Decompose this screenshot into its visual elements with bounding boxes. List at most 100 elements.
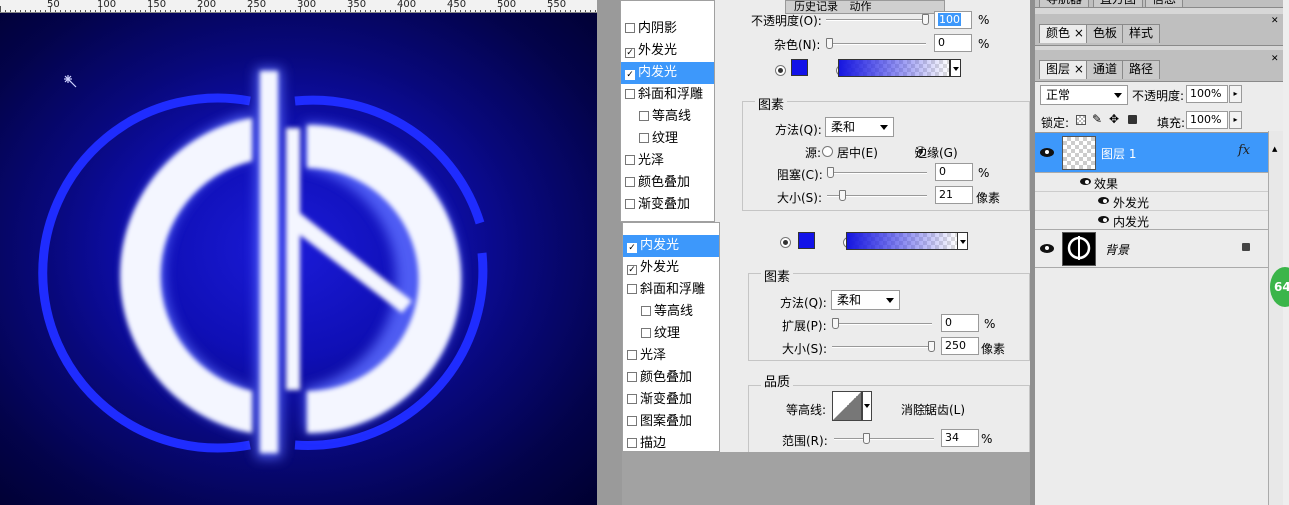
fx-icon[interactable]: fx bbox=[1238, 143, 1250, 158]
opacity-slider-track[interactable] bbox=[826, 19, 926, 21]
choke-slider-thumb[interactable] bbox=[827, 167, 834, 178]
style-checkbox[interactable] bbox=[625, 89, 635, 99]
style-checkbox[interactable] bbox=[639, 133, 649, 143]
style-checkbox[interactable]: ✓ bbox=[627, 243, 637, 253]
style-item[interactable]: 纹理 bbox=[623, 323, 719, 345]
style-checkbox[interactable] bbox=[625, 199, 635, 209]
style-checkbox[interactable]: ✓ bbox=[625, 48, 635, 58]
fill-input[interactable]: 100% bbox=[1186, 111, 1228, 129]
style-checkbox[interactable]: ✓ bbox=[627, 265, 637, 275]
layer-opacity-stepper[interactable]: ▸ bbox=[1229, 85, 1242, 103]
lock-paint-icon[interactable]: ✎ bbox=[1092, 112, 1102, 126]
choke-slider-track[interactable] bbox=[827, 172, 927, 174]
style-checkbox[interactable] bbox=[627, 394, 637, 404]
style-checkbox[interactable] bbox=[625, 177, 635, 187]
style-item[interactable]: 纹理 bbox=[621, 128, 714, 150]
style-checkbox[interactable] bbox=[639, 111, 649, 121]
tab-styles[interactable]: 样式 bbox=[1122, 24, 1161, 43]
method-select-bottom[interactable]: 柔和 bbox=[831, 290, 900, 310]
outer-glow-eye-icon[interactable] bbox=[1098, 197, 1109, 204]
size-slider-track-bottom[interactable] bbox=[832, 346, 932, 348]
noise-slider-thumb[interactable] bbox=[826, 38, 833, 49]
style-item[interactable]: ✓ 外发光 bbox=[621, 40, 714, 62]
glow-color-swatch-b[interactable] bbox=[798, 232, 815, 249]
effect-row-outer-glow[interactable]: 外发光 bbox=[1035, 192, 1268, 211]
range-input[interactable]: 34 bbox=[941, 429, 979, 447]
size-slider-thumb-top[interactable] bbox=[839, 190, 846, 201]
size-input-bottom[interactable]: 250 bbox=[941, 337, 979, 355]
noise-slider-track[interactable] bbox=[826, 43, 926, 45]
inner-glow-eye-icon[interactable] bbox=[1098, 216, 1109, 223]
style-item[interactable]: 渐变叠加 bbox=[621, 194, 714, 216]
tab-histogram[interactable]: 直方图 bbox=[1093, 0, 1144, 7]
document-canvas-area[interactable]: 50 100 150 200 250 300 350 400 450 500 550 bbox=[0, 0, 597, 505]
tab-swatches[interactable]: 色板 bbox=[1086, 24, 1125, 43]
tab-navigator[interactable]: 导航器 bbox=[1039, 0, 1090, 7]
layer-opacity-input[interactable]: 100% bbox=[1186, 85, 1228, 103]
style-checkbox[interactable] bbox=[627, 372, 637, 382]
style-checkbox[interactable]: ✓ bbox=[625, 70, 635, 80]
choke-input[interactable]: 0 bbox=[935, 163, 973, 181]
style-checkbox[interactable] bbox=[625, 155, 635, 165]
contour-dropdown-button[interactable] bbox=[862, 391, 872, 421]
style-checkbox[interactable] bbox=[627, 284, 637, 294]
tab-paths[interactable]: 路径 bbox=[1122, 60, 1161, 79]
range-slider-thumb[interactable] bbox=[863, 433, 870, 444]
style-item[interactable]: 等高线 bbox=[621, 106, 714, 128]
lock-move-icon[interactable]: ✥ bbox=[1109, 112, 1119, 126]
style-item[interactable]: 光泽 bbox=[623, 345, 719, 367]
style-item[interactable]: 颜色叠加 bbox=[623, 367, 719, 389]
style-checkbox[interactable] bbox=[627, 350, 637, 360]
style-item[interactable]: 渐变叠加 bbox=[623, 389, 719, 411]
style-item[interactable]: 斜面和浮雕 bbox=[623, 279, 719, 301]
spread-slider-thumb[interactable] bbox=[832, 318, 839, 329]
solid-color-radio-b[interactable] bbox=[780, 237, 791, 248]
opacity-slider-thumb[interactable] bbox=[922, 14, 929, 25]
source-center-radio[interactable] bbox=[822, 146, 833, 157]
effect-row-inner-glow[interactable]: 内发光 bbox=[1035, 211, 1268, 230]
fill-stepper[interactable]: ▸ bbox=[1229, 111, 1242, 129]
spread-slider-track[interactable] bbox=[832, 323, 932, 325]
panel-menu-icon[interactable]: ✕ bbox=[1271, 16, 1279, 26]
effects-eye-icon[interactable] bbox=[1080, 178, 1091, 185]
tab-info[interactable]: 信息 bbox=[1145, 0, 1184, 7]
solid-color-radio[interactable] bbox=[775, 65, 786, 76]
tab-color[interactable]: 颜色 × bbox=[1039, 24, 1091, 43]
style-item[interactable]: 光泽 bbox=[621, 150, 714, 172]
style-item[interactable]: 斜面和浮雕 bbox=[621, 84, 714, 106]
layers-scrollbar[interactable]: ▲ bbox=[1268, 131, 1283, 505]
method-select-top[interactable]: 柔和 bbox=[825, 117, 894, 137]
style-item[interactable]: ✓ 内发光 bbox=[623, 235, 719, 257]
glow-gradient-picker[interactable] bbox=[838, 59, 950, 77]
tab-layers[interactable]: 图层 × bbox=[1039, 60, 1091, 79]
size-input-top[interactable]: 21 bbox=[935, 186, 973, 204]
style-item[interactable]: ✓ 外发光 bbox=[623, 257, 719, 279]
style-item[interactable]: 图案叠加 bbox=[623, 411, 719, 433]
style-checkbox[interactable] bbox=[641, 328, 651, 338]
style-item[interactable]: 等高线 bbox=[623, 301, 719, 323]
layers-panel-close-icon[interactable]: ✕ bbox=[1271, 54, 1279, 64]
gradient-dropdown-button[interactable] bbox=[950, 59, 961, 77]
size-slider-thumb-bottom[interactable] bbox=[928, 341, 935, 352]
opacity-input[interactable]: 100 bbox=[934, 11, 972, 29]
document-canvas[interactable] bbox=[0, 13, 597, 505]
lock-all-icon[interactable] bbox=[1128, 115, 1137, 124]
lock-transparent-icon[interactable] bbox=[1076, 115, 1086, 125]
gradient-dropdown-button-b[interactable] bbox=[957, 232, 968, 250]
noise-input[interactable]: 0 bbox=[934, 34, 972, 52]
spread-input[interactable]: 0 bbox=[941, 314, 979, 332]
visibility-eye-icon[interactable] bbox=[1040, 148, 1054, 157]
style-item[interactable]: 颜色叠加 bbox=[621, 172, 714, 194]
layer-row-layer1[interactable]: 图层 1 fx bbox=[1035, 133, 1268, 173]
visibility-eye-icon-bg[interactable] bbox=[1040, 244, 1054, 253]
tab-channels[interactable]: 通道 bbox=[1086, 60, 1125, 79]
glow-color-swatch[interactable] bbox=[791, 59, 808, 76]
style-checkbox[interactable] bbox=[625, 23, 635, 33]
blend-mode-select[interactable]: 正常 bbox=[1040, 85, 1128, 105]
scroll-up-icon[interactable]: ▲ bbox=[1272, 145, 1277, 153]
style-item[interactable]: 内阴影 bbox=[621, 18, 714, 40]
style-item[interactable]: ✓ 内发光 bbox=[621, 62, 714, 84]
range-slider-track[interactable] bbox=[834, 438, 934, 440]
style-checkbox[interactable] bbox=[627, 438, 637, 448]
style-checkbox[interactable] bbox=[627, 416, 637, 426]
